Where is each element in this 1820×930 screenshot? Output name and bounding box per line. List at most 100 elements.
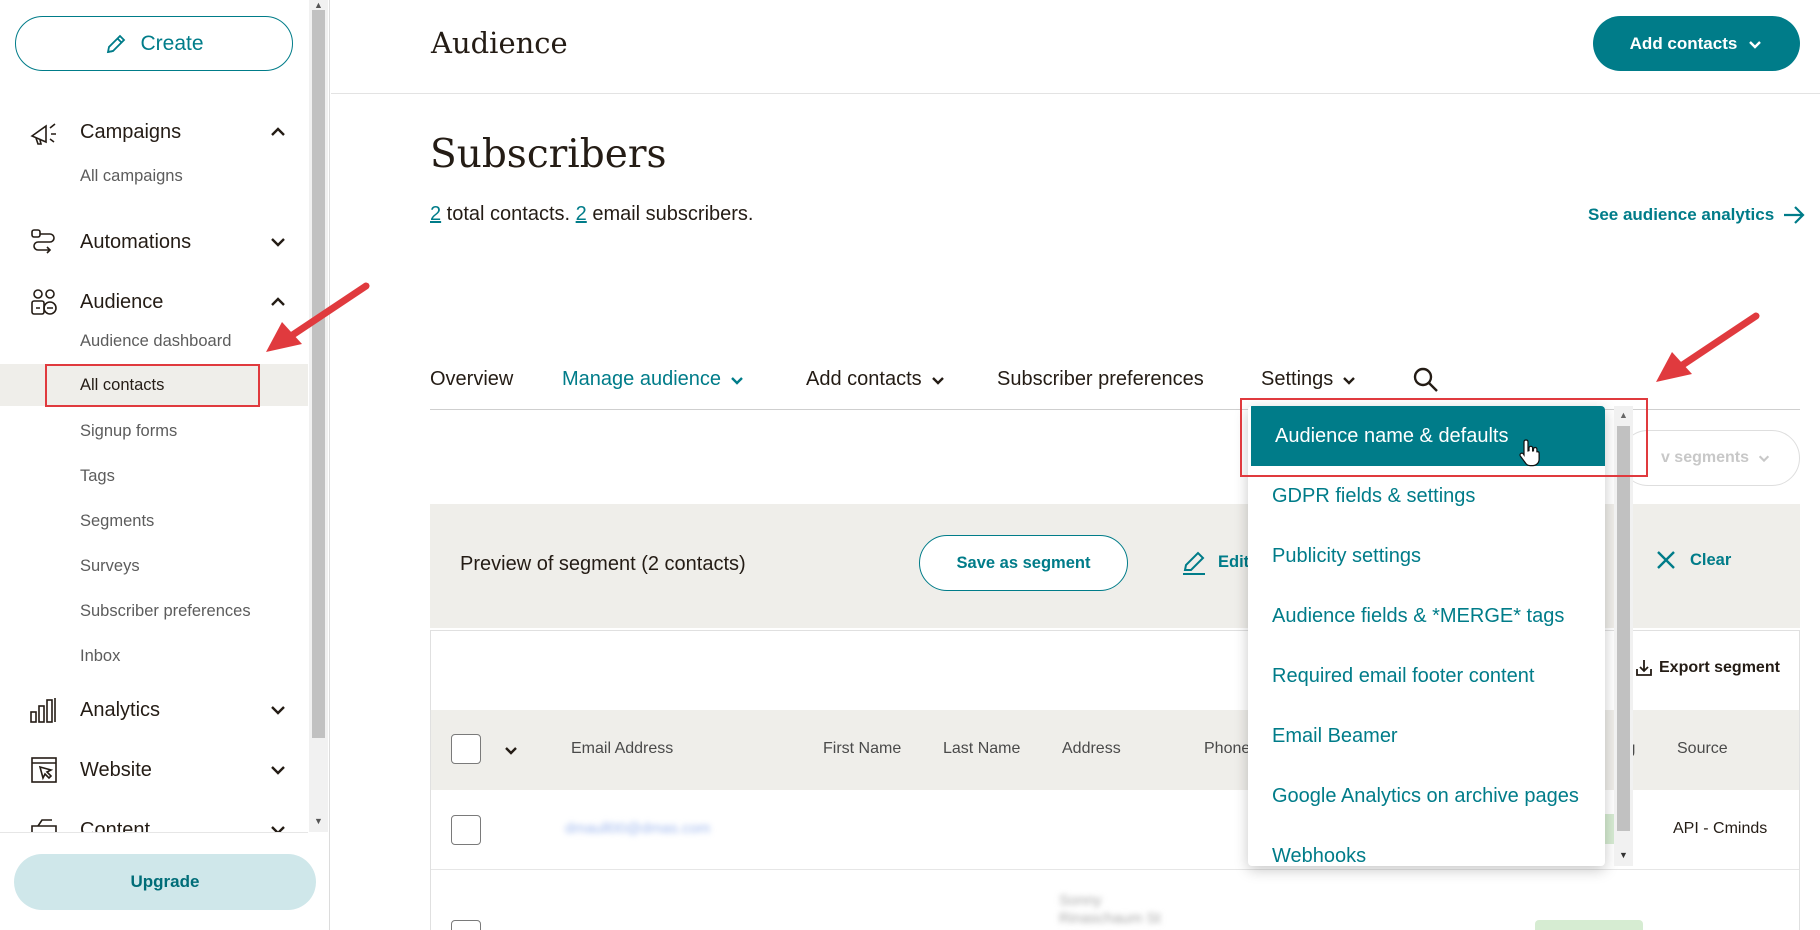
chevron-down-icon bbox=[731, 376, 743, 385]
tab-label: Settings bbox=[1261, 368, 1334, 390]
row-address-line-1: Sonny bbox=[1059, 892, 1102, 909]
row-email[interactable]: dmaull00@dmas.com bbox=[565, 820, 710, 837]
total-contacts-link[interactable]: 2 bbox=[430, 203, 441, 225]
chevron-down-icon bbox=[1343, 376, 1356, 385]
menu-item-email-beamer[interactable]: Email Beamer bbox=[1248, 706, 1585, 766]
add-contacts-button[interactable]: Add contacts bbox=[1593, 16, 1800, 71]
export-segment-label: Export segment bbox=[1659, 659, 1780, 676]
total-contacts-text: total contacts. bbox=[441, 203, 576, 225]
row-source: API - Cminds bbox=[1673, 820, 1768, 837]
pencil-icon bbox=[1183, 551, 1205, 575]
nav-audience-label: Audience bbox=[80, 290, 164, 313]
scroll-up-arrow-icon[interactable]: ▲ bbox=[314, 0, 323, 10]
nav-automations[interactable]: Automations bbox=[0, 218, 308, 266]
sidebar-divider bbox=[0, 832, 308, 833]
sidebar-scrollbar-thumb[interactable] bbox=[312, 10, 325, 738]
header-title: Audience bbox=[431, 26, 568, 60]
column-header-last-name[interactable]: Last Name bbox=[943, 740, 1020, 758]
sidebar-item-tags[interactable]: Tags bbox=[0, 455, 308, 497]
menu-scrollbar-thumb[interactable] bbox=[1617, 426, 1630, 831]
sidebar-item-segments[interactable]: Segments bbox=[0, 500, 308, 542]
sidebar-item-label: Subscriber preferences bbox=[80, 601, 251, 620]
column-header-source[interactable]: Source bbox=[1677, 740, 1728, 758]
column-header-first-name[interactable]: First Name bbox=[823, 740, 901, 758]
tab-manage-audience[interactable]: Manage audience bbox=[562, 368, 745, 391]
chevron-down-icon[interactable] bbox=[268, 820, 288, 832]
view-segments-label: v segments bbox=[1660, 449, 1749, 466]
chevron-down-icon[interactable] bbox=[268, 232, 288, 252]
sidebar-scrollbar[interactable]: ▲ ▼ bbox=[309, 0, 328, 832]
tab-subscriber-preferences[interactable]: Subscriber preferences bbox=[997, 368, 1204, 391]
row-checkbox[interactable] bbox=[451, 920, 481, 930]
website-cursor-icon bbox=[28, 754, 60, 786]
nav-automations-label: Automations bbox=[80, 230, 192, 253]
scroll-down-arrow-icon[interactable]: ▼ bbox=[314, 816, 323, 826]
sidebar-item-label: Segments bbox=[80, 511, 155, 530]
chevron-up-icon[interactable] bbox=[268, 122, 288, 142]
top-header: Audience Add contacts bbox=[331, 0, 1820, 94]
email-subscribers-link[interactable]: 2 bbox=[576, 203, 587, 225]
column-header-address[interactable]: Address bbox=[1062, 740, 1121, 758]
chevron-down-icon bbox=[1749, 40, 1762, 49]
export-segment-button[interactable]: Export segment bbox=[1635, 659, 1780, 677]
sidebar-item-label: Surveys bbox=[80, 556, 140, 575]
tab-label: Subscriber preferences bbox=[997, 368, 1204, 390]
tab-label: Manage audience bbox=[562, 368, 722, 390]
menu-item-webhooks[interactable]: Webhooks bbox=[1248, 826, 1585, 867]
sidebar-item-surveys[interactable]: Surveys bbox=[0, 545, 308, 587]
clear-segment-button[interactable]: Clear bbox=[1654, 548, 1731, 572]
chevron-down-icon[interactable] bbox=[268, 760, 288, 780]
table-row[interactable]: Sonny Rinaschaum St bbox=[431, 870, 1799, 930]
column-header-phone[interactable]: Phone bbox=[1204, 740, 1250, 758]
export-icon bbox=[1636, 660, 1652, 676]
sidebar-item-subscriber-preferences[interactable]: Subscriber preferences bbox=[0, 590, 308, 632]
tab-overview[interactable]: Overview bbox=[430, 368, 513, 391]
menu-item-publicity-settings[interactable]: Publicity settings bbox=[1248, 526, 1585, 586]
clear-label: Clear bbox=[1690, 550, 1732, 569]
add-contacts-label: Add contacts bbox=[1629, 33, 1738, 53]
sidebar-scroll-area: Create Campaigns All campaigns Automatio… bbox=[0, 0, 308, 832]
megaphone-icon bbox=[28, 116, 60, 148]
menu-item-email-footer-content[interactable]: Required email footer content bbox=[1248, 646, 1585, 706]
tab-settings[interactable]: Settings bbox=[1261, 368, 1357, 391]
create-button[interactable]: Create bbox=[15, 16, 293, 71]
tab-add-contacts[interactable]: Add contacts bbox=[806, 368, 946, 391]
menu-item-google-analytics[interactable]: Google Analytics on archive pages bbox=[1248, 766, 1585, 826]
sidebar-item-signup-forms[interactable]: Signup forms bbox=[0, 410, 308, 452]
page-title: Subscribers bbox=[430, 132, 667, 177]
save-as-segment-button[interactable]: Save as segment bbox=[919, 535, 1128, 591]
see-audience-analytics-link[interactable]: See audience analytics bbox=[1588, 204, 1806, 226]
menu-item-audience-fields-merge-tags[interactable]: Audience fields & *MERGE* tags bbox=[1248, 586, 1585, 646]
create-label: Create bbox=[140, 31, 204, 55]
nav-website-label: Website bbox=[80, 758, 152, 781]
email-subscribers-text: email subscribers. bbox=[586, 203, 754, 225]
chevron-down-icon bbox=[931, 376, 944, 385]
close-icon bbox=[1657, 551, 1675, 569]
analytics-link-label: See audience analytics bbox=[1588, 205, 1775, 224]
scroll-down-arrow-icon[interactable]: ▼ bbox=[1619, 850, 1628, 860]
nav-website[interactable]: Website bbox=[0, 746, 308, 794]
pencil-icon bbox=[107, 34, 126, 53]
select-all-checkbox[interactable] bbox=[451, 734, 481, 764]
nav-analytics-label: Analytics bbox=[80, 698, 161, 721]
sidebar-item-label: All campaigns bbox=[80, 166, 183, 185]
chevron-down-icon[interactable] bbox=[503, 742, 519, 758]
sidebar-item-inbox[interactable]: Inbox bbox=[0, 635, 308, 677]
content-icon bbox=[28, 814, 60, 832]
bar-chart-icon bbox=[28, 694, 60, 726]
search-icon[interactable] bbox=[1412, 366, 1440, 394]
sidebar: Create Campaigns All campaigns Automatio… bbox=[0, 0, 330, 930]
nav-campaigns[interactable]: Campaigns bbox=[0, 108, 308, 156]
row-checkbox[interactable] bbox=[451, 815, 481, 845]
tab-label: Overview bbox=[430, 368, 514, 390]
nav-content[interactable]: Content bbox=[0, 806, 308, 832]
sidebar-item-all-campaigns[interactable]: All campaigns bbox=[0, 155, 308, 197]
chevron-down-icon[interactable] bbox=[268, 700, 288, 720]
sidebar-item-label: Tags bbox=[80, 466, 115, 485]
automation-flow-icon bbox=[28, 226, 60, 258]
upgrade-button[interactable]: Upgrade bbox=[14, 854, 316, 910]
nav-analytics[interactable]: Analytics bbox=[0, 686, 308, 734]
sidebar-item-label: Audience dashboard bbox=[80, 331, 232, 350]
column-header-email[interactable]: Email Address bbox=[571, 740, 673, 758]
segment-preview-label: Preview of segment (2 contacts) bbox=[460, 553, 746, 575]
